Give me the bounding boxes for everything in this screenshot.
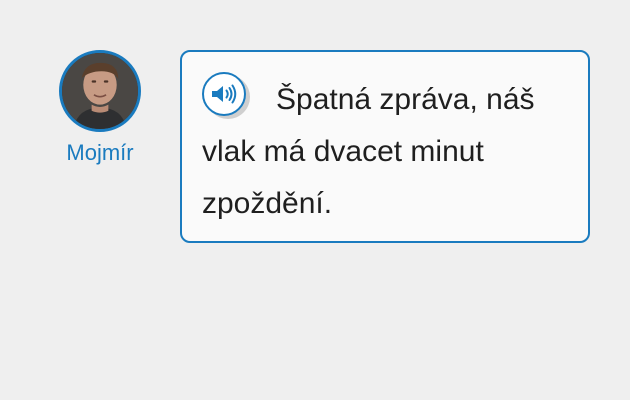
message-text: Špatná zpráva, náš vlak má dvacet minut … bbox=[202, 83, 535, 220]
avatar-portrait-icon bbox=[62, 53, 138, 129]
avatar bbox=[59, 50, 141, 132]
speaker-name: Mojmír bbox=[66, 140, 134, 165]
message-bubble: Špatná zpráva, náš vlak má dvacet minut … bbox=[180, 50, 590, 243]
speaker-block: Mojmír bbox=[48, 50, 152, 164]
